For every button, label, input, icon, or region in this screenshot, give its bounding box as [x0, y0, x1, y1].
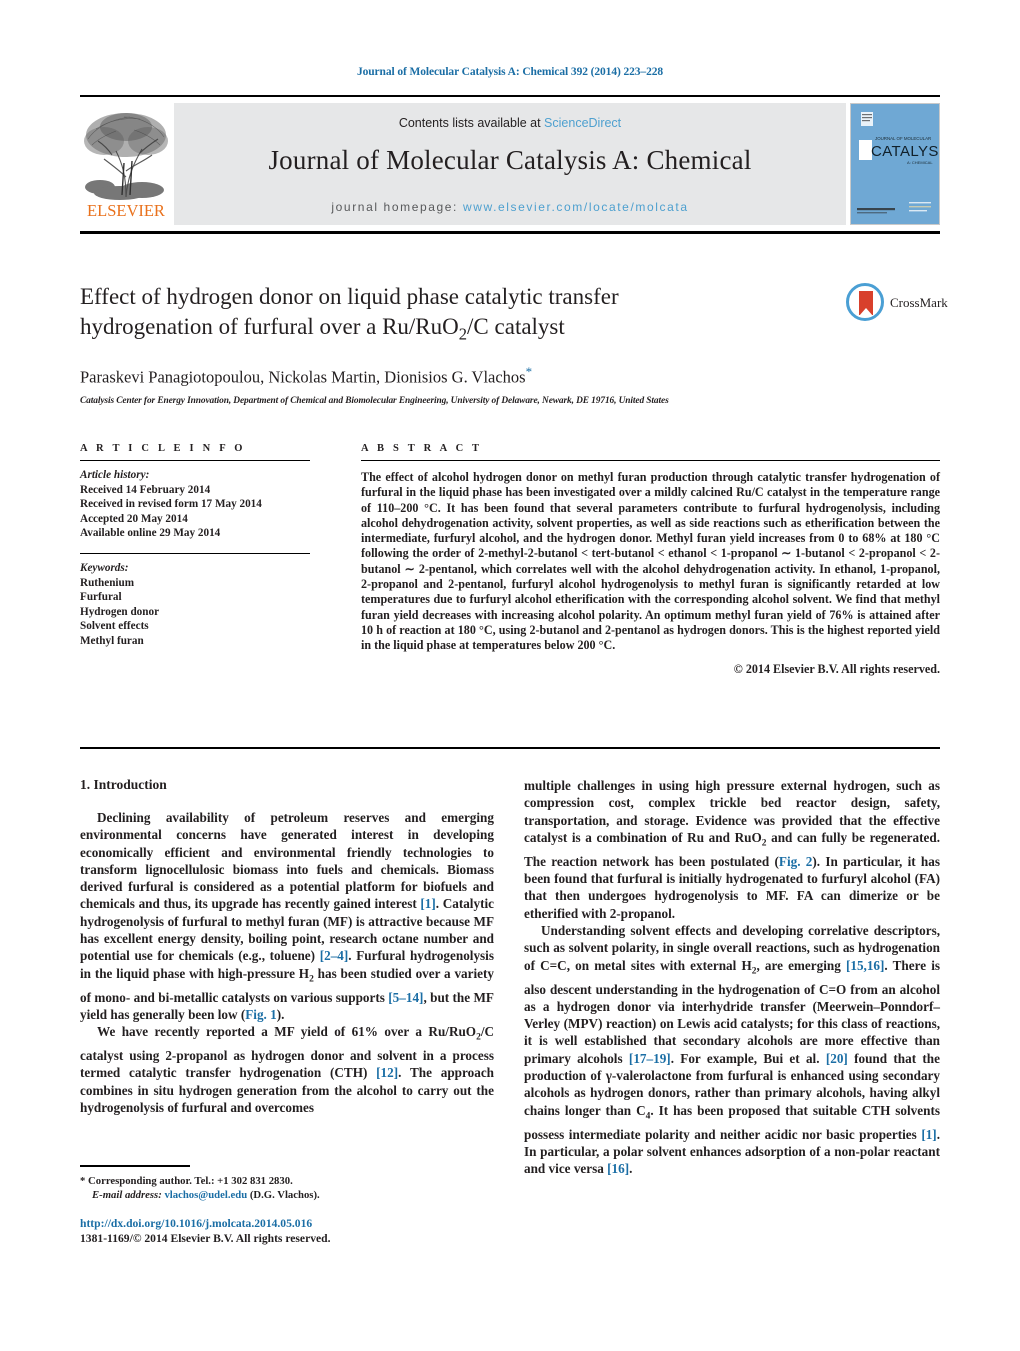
title-line-1: Effect of hydrogen donor on liquid phase… [80, 284, 619, 309]
keyword-item: Methyl furan [80, 634, 144, 647]
citation-ref-1[interactable]: [1] [420, 896, 435, 911]
header-rule-bottom [80, 231, 940, 234]
citation-ref-1-b[interactable]: [1] [921, 1127, 936, 1142]
intro-paragraph-1: Declining availability of petroleum rese… [80, 809, 494, 1023]
figure-link-fig1[interactable]: Fig. 1 [245, 1007, 277, 1022]
title-block: Effect of hydrogen donor on liquid phase… [80, 282, 820, 406]
intro-p4-text-j: . [629, 1161, 633, 1177]
abstract-rule [361, 460, 940, 461]
affiliation: Catalysis Center for Energy Innovation, … [80, 396, 669, 407]
article-history-online: Available online 29 May 2014 [80, 527, 221, 540]
homepage-prefix: journal homepage: [331, 200, 463, 214]
footnote-email-label: E-mail address: [92, 1188, 162, 1201]
keyword-item: Ruthenium [80, 576, 135, 589]
keywords-block: Keywords: Ruthenium Furfural Hydrogen do… [80, 561, 310, 649]
footnote-rule [80, 1165, 190, 1167]
intro-p2-text-a: We have recently reported a MF yield of … [97, 1024, 477, 1040]
abstract-heading: A B S T R A C T [361, 443, 483, 454]
intro-p4-bond-2: = [828, 981, 837, 997]
abstract-column: A B S T R A C T The effect of alcohol hy… [361, 443, 940, 677]
citation-ref-2-4[interactable]: [2–4] [320, 948, 349, 963]
citation-ref-12[interactable]: [12] [376, 1065, 398, 1080]
keyword-item: Hydrogen donor [80, 605, 160, 618]
author-list: Paraskevi Panagiotopoulou, Nickolas Mart… [80, 364, 820, 388]
elsevier-tree-icon [82, 105, 170, 201]
crossmark-badge[interactable]: CrossMark [846, 283, 948, 323]
footnote-corresponding-line: * Corresponding author. Tel.: +1 302 831… [80, 1174, 494, 1188]
author-names: Paraskevi Panagiotopoulou, Nickolas Mart… [80, 367, 526, 387]
journal-article-page: Journal of Molecular Catalysis A: Chemic… [0, 0, 1020, 1351]
journal-homepage-line: journal homepage: www.elsevier.com/locat… [174, 200, 846, 214]
citation-ref-15-16[interactable]: [15,16] [846, 958, 884, 973]
footnote-email-line: E-mail address: vlachos@udel.edu (D.G. V… [80, 1188, 494, 1202]
elsevier-logo: ELSEVIER [82, 105, 170, 223]
intro-paragraph-3: multiple challenges in using high pressu… [524, 777, 940, 922]
keyword-item: Solvent effects [80, 620, 149, 633]
header-rule-top [80, 95, 940, 97]
crossmark-icon [846, 283, 884, 321]
intro-p4-text-b: C, on metal sites with external H [557, 957, 752, 973]
running-head: Journal of Molecular Catalysis A: Chemic… [356, 66, 664, 78]
abstract-text: The effect of alcohol hydrogen donor on … [361, 470, 940, 653]
citation-ref-5-14[interactable]: [5–14] [388, 990, 423, 1005]
article-history-block: Article history: Received 14 February 20… [80, 468, 310, 541]
citation-ref-16[interactable]: [16] [607, 1161, 629, 1176]
journal-cover-thumbnail[interactable]: JOURNAL OF MOLECULAR CATALYSIS A: CHEMIC… [850, 103, 940, 225]
svg-text:CATALYSIS: CATALYSIS [871, 143, 939, 160]
doi-link[interactable]: http://dx.doi.org/10.1016/j.molcata.2014… [80, 1216, 510, 1231]
article-info-heading: A R T I C L E I N F O [80, 443, 246, 454]
intro-paragraph-2: We have recently reported a MF yield of … [80, 1023, 494, 1116]
footnote-email-link[interactable]: vlachos@udel.edu [164, 1189, 247, 1201]
doi-block: http://dx.doi.org/10.1016/j.molcata.2014… [80, 1216, 510, 1246]
elsevier-wordmark: ELSEVIER [87, 201, 165, 220]
footnote-corresponding-text: Corresponding author. Tel.: +1 302 831 2… [85, 1174, 293, 1187]
article-info-column: A R T I C L E I N F O Article history: R… [80, 443, 310, 649]
keywords-rule [80, 552, 310, 554]
citation-ref-20[interactable]: [20] [826, 1051, 848, 1066]
masthead-center-panel: Contents lists available at ScienceDirec… [174, 103, 846, 225]
article-history-revised: Received in revised form 17 May 2014 [80, 498, 262, 511]
abstract-copyright: © 2014 Elsevier B.V. All rights reserved… [733, 661, 940, 676]
body-column-right: multiple challenges in using high pressu… [524, 777, 940, 1177]
article-info-rule [80, 460, 310, 461]
body-separator-rule [80, 747, 940, 749]
keywords-label: Keywords: [80, 561, 129, 574]
section-heading-introduction: 1. Introduction [80, 777, 167, 792]
footnote-text: * Corresponding author. Tel.: +1 302 831… [80, 1174, 494, 1202]
intro-paragraph-4: Understanding solvent effects and develo… [524, 922, 940, 1177]
contents-lists-prefix: Contents lists available at [398, 116, 545, 130]
svg-text:A: CHEMICAL: A: CHEMICAL [907, 160, 933, 165]
contents-lists-line: Contents lists available at ScienceDirec… [174, 116, 846, 130]
intro-p1-text-f: ). [276, 1006, 285, 1022]
corresponding-author-footnote: * Corresponding author. Tel.: +1 302 831… [80, 1165, 494, 1202]
issn-copyright-line: 1381-1169/© 2014 Elsevier B.V. All right… [80, 1232, 331, 1245]
crossmark-icon-notch [859, 308, 873, 316]
intro-p4-text-c: , are emerging [756, 957, 846, 973]
corresponding-author-marker: * [525, 363, 533, 379]
title-subscript: 2 [458, 324, 468, 344]
svg-text:JOURNAL OF MOLECULAR: JOURNAL OF MOLECULAR [875, 136, 931, 141]
intro-p4-text-f: . For example, Bui et al. [670, 1050, 826, 1066]
article-history-label: Article history: [80, 469, 150, 481]
citation-ref-17-19[interactable]: [17–19] [629, 1051, 671, 1066]
sciencedirect-link[interactable]: ScienceDirect [544, 116, 621, 130]
article-history-accepted: Accepted 20 May 2014 [80, 512, 188, 525]
journal-masthead: ELSEVIER Contents lists available at Sci… [80, 103, 940, 225]
journal-homepage-link[interactable]: www.elsevier.com/locate/molcata [463, 200, 689, 214]
figure-link-fig2[interactable]: Fig. 2 [779, 854, 812, 869]
article-history-received: Received 14 February 2014 [80, 483, 211, 496]
footnote-email-suffix: (D.G. Vlachos). [247, 1188, 320, 1201]
title-line-2a: hydrogenation of furfural over a Ru/RuO [80, 314, 459, 339]
title-line-2b: /C catalyst [467, 314, 565, 339]
body-column-left: 1. Introduction Declining availability o… [80, 777, 494, 1116]
page-title: Effect of hydrogen donor on liquid phase… [80, 282, 820, 350]
journal-title: Journal of Molecular Catalysis A: Chemic… [268, 145, 752, 175]
crossmark-label: CrossMark [890, 295, 948, 310]
keyword-item: Furfural [80, 591, 122, 604]
